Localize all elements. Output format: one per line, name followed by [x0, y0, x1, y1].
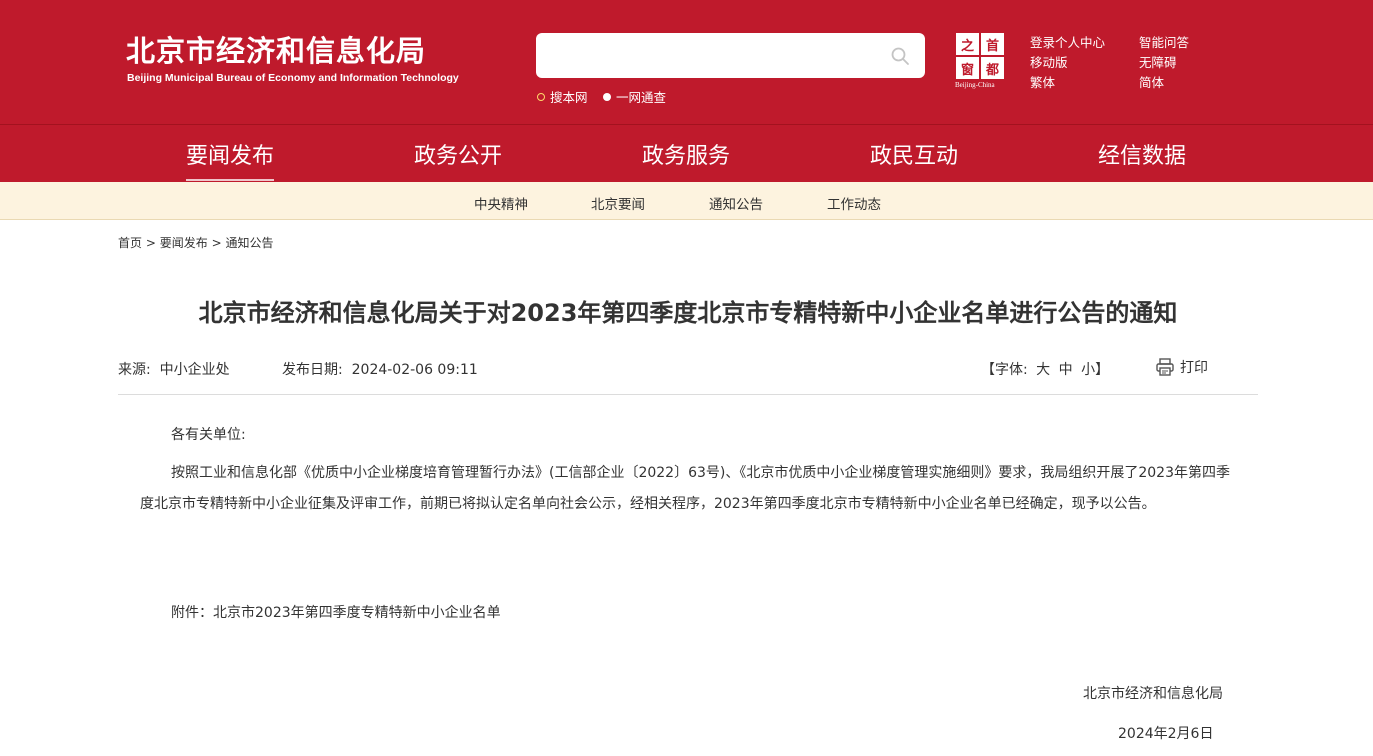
font-size-large[interactable]: 大 — [1036, 362, 1050, 378]
signature-organization: 北京市经济和信息化局 — [1083, 686, 1223, 702]
subnav-work-updates[interactable]: 工作动态 — [827, 193, 881, 213]
source-value: 中小企业处 — [159, 362, 230, 378]
subnav-beijing-news[interactable]: 北京要闻 — [591, 193, 645, 213]
smart-qa-link[interactable]: 智能问答 — [1139, 32, 1189, 51]
breadcrumb: 首页 > 要闻发布 > 通知公告 — [118, 234, 273, 251]
article-greeting: 各有关单位: — [171, 427, 246, 443]
search-icon[interactable] — [889, 45, 911, 67]
scope-option-site[interactable]: 搜本网 — [537, 87, 588, 106]
font-size-close: 】 — [1095, 362, 1110, 378]
print-icon — [1156, 358, 1174, 376]
subnav-central-spirit[interactable]: 中央精神 — [474, 193, 528, 213]
signature-date: 2024年2月6日 — [1118, 726, 1214, 742]
scope-option-all[interactable]: 一网通查 — [603, 87, 666, 106]
traditional-link[interactable]: 繁体 — [1030, 72, 1055, 91]
font-size-label: 【字体: — [981, 362, 1028, 378]
scope-label-all: 一网通查 — [616, 90, 667, 105]
site-header: 北京市经济和信息化局 Beijing Municipal Bureau of E… — [0, 0, 1373, 182]
seal-caption: Beijing-China — [955, 81, 995, 89]
font-size-medium[interactable]: 中 — [1059, 362, 1073, 378]
font-size-small[interactable]: 小 — [1081, 362, 1095, 378]
seal-char: 之 — [956, 33, 979, 55]
font-size-switcher: 【字体: 大 中 小】 — [981, 359, 1109, 379]
sub-nav: 中央精神 北京要闻 通知公告 工作动态 — [0, 182, 1373, 220]
nav-gov-affairs[interactable]: 政务公开 — [414, 138, 502, 170]
date-label: 发布日期: — [282, 362, 343, 378]
date-value: 2024-02-06 09:11 — [351, 362, 478, 378]
accessibility-link[interactable]: 无障碍 — [1139, 52, 1177, 71]
radio-dot-icon — [537, 92, 545, 101]
search-input[interactable] — [548, 43, 878, 68]
breadcrumb-news[interactable]: 要闻发布 — [160, 236, 208, 250]
nav-interaction[interactable]: 政民互动 — [870, 138, 958, 170]
print-label: 打印 — [1180, 360, 1208, 376]
breadcrumb-home[interactable]: 首页 — [118, 236, 142, 250]
article-title: 北京市经济和信息化局关于对2023年第四季度北京市专精特新中小企业名单进行公告的… — [198, 299, 1178, 327]
radio-dot-icon — [603, 92, 611, 101]
article-attachment[interactable]: 附件：北京市2023年第四季度专精特新中小企业名单 — [171, 598, 501, 629]
capital-window-logo[interactable]: 之 首 窗 都 — [956, 33, 1004, 81]
article-date: 发布日期: 2024-02-06 09:11 — [282, 359, 478, 379]
article-source: 来源: 中小企业处 — [118, 359, 230, 379]
meta-divider — [118, 394, 1258, 395]
nav-data[interactable]: 经信数据 — [1098, 138, 1186, 170]
seal-char: 都 — [981, 57, 1004, 79]
nav-gov-service[interactable]: 政务服务 — [642, 138, 730, 170]
article-paragraph: 按照工业和信息化部《优质中小企业梯度培育管理暂行办法》(工信部企业〔2022〕6… — [140, 465, 1230, 512]
print-button[interactable]: 打印 — [1155, 357, 1208, 377]
breadcrumb-notices[interactable]: 通知公告 — [225, 236, 273, 250]
seal-char: 窗 — [956, 57, 979, 79]
breadcrumb-separator: > — [145, 236, 156, 250]
simplified-link[interactable]: 简体 — [1139, 72, 1164, 91]
breadcrumb-separator: > — [211, 236, 222, 250]
subnav-notices[interactable]: 通知公告 — [709, 193, 763, 213]
scope-label-site: 搜本网 — [550, 90, 588, 105]
seal-char: 首 — [981, 33, 1004, 55]
site-logo-subtitle: Beijing Municipal Bureau of Economy and … — [127, 72, 459, 84]
mobile-link[interactable]: 移动版 — [1030, 52, 1068, 71]
login-link[interactable]: 登录个人中心 — [1030, 32, 1105, 51]
site-logo-title[interactable]: 北京市经济和信息化局 — [126, 28, 426, 70]
header-divider — [0, 124, 1373, 125]
search-box — [536, 33, 925, 78]
nav-news[interactable]: 要闻发布 — [186, 138, 275, 181]
source-label: 来源: — [118, 362, 151, 378]
